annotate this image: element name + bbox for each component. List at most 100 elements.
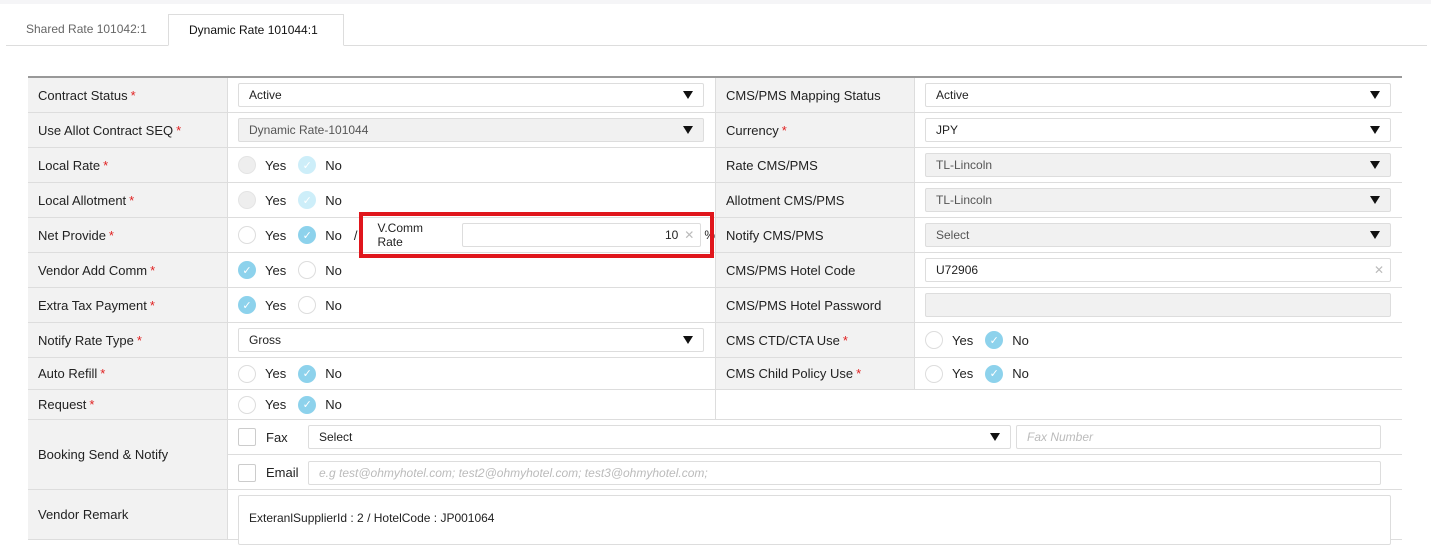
field-label: Rate CMS/PMS [715, 148, 915, 182]
radio-no[interactable]: ✓ [298, 226, 317, 244]
radio-label-yes: Yes [265, 262, 287, 278]
placeholder: e.g test@ohmyhotel.com; test2@ohmyhotel.… [319, 465, 708, 480]
select-dropdown[interactable]: TL-Lincoln [925, 188, 1391, 212]
radio-no[interactable]: ✓ [298, 364, 317, 383]
row-vendor-remark: Vendor Remark ExteranlSupplierId : 2 / Ho… [28, 490, 1402, 545]
row-booking-send-notify: Booking Send & Notify Fax Select Fax Numbe… [28, 420, 1402, 490]
select-dropdown[interactable]: Active [925, 83, 1391, 107]
highlight-box [359, 212, 714, 258]
row-mapping-status: CMS/PMS Mapping Status Active [715, 78, 1402, 113]
field-label: CMS/PMS Hotel Password [715, 288, 915, 322]
label-text: Local Rate [38, 157, 101, 173]
required-marker: * [781, 122, 787, 138]
radio-yes[interactable] [238, 395, 256, 414]
row-contract-status: Contract Status * Active [28, 78, 715, 113]
radio-no[interactable]: ✓ [298, 156, 317, 174]
email-checkbox[interactable] [238, 463, 256, 482]
label-text: Notify Rate Type [38, 332, 134, 348]
field-label: CMS CTD/CTA Use * [715, 323, 915, 357]
select-value: Active [249, 88, 282, 102]
row-notify-cms: Notify CMS/PMS Select [715, 218, 1402, 253]
row-notify-rate-type: Notify Rate Type * Gross [28, 323, 715, 358]
required-marker: * [129, 192, 135, 208]
radio-no[interactable]: ✓ [298, 191, 317, 209]
radio-yes[interactable] [925, 331, 943, 349]
radio-label-no: No [325, 397, 342, 412]
email-input[interactable]: e.g test@ohmyhotel.com; test2@ohmyhotel.… [308, 460, 1381, 485]
field-label: Local Allotment * [28, 183, 228, 217]
radio-yes[interactable] [238, 226, 256, 244]
radio-no[interactable] [298, 296, 317, 314]
radio-label-yes: Yes [265, 366, 287, 381]
fax-number-input[interactable]: Fax Number [1016, 425, 1381, 449]
separator: / [353, 227, 358, 243]
select-value: JPY [936, 123, 959, 137]
row-hotel-password: CMS/PMS Hotel Password [715, 288, 1402, 323]
label-text: Notify CMS/PMS [726, 227, 824, 243]
field-label: Notify Rate Type * [28, 323, 228, 357]
select-dropdown[interactable]: JPY [925, 118, 1391, 142]
field-label: Net Provide * [28, 218, 228, 252]
label-text: CMS/PMS Hotel Code [726, 262, 856, 278]
placeholder: Fax Number [1027, 430, 1094, 444]
radio-yes[interactable]: ✓ [238, 296, 256, 314]
select-dropdown[interactable]: Select [925, 223, 1391, 247]
radio-no[interactable]: ✓ [985, 364, 1004, 383]
field-label: Request * [28, 390, 228, 419]
radio-yes[interactable] [238, 364, 256, 383]
row-vendor-add-comm: Vendor Add Comm * ✓ Yes No [28, 253, 715, 288]
radio-label-no: No [325, 262, 342, 278]
radio-yes[interactable] [238, 156, 256, 174]
fax-checkbox[interactable] [238, 428, 256, 446]
radio-label-no: No [325, 192, 342, 208]
chevron-down-icon [990, 433, 1000, 441]
vendor-remark-textarea[interactable]: ExteranlSupplierId : 2 / HotelCode : JP0… [238, 495, 1391, 545]
hotel-code-input[interactable]: U72906 ✕ [925, 258, 1391, 282]
radio-no[interactable] [298, 261, 317, 279]
radio-no[interactable]: ✓ [298, 395, 317, 414]
label-text: Vendor Remark [38, 507, 129, 522]
field-label: CMS/PMS Hotel Code [715, 253, 915, 287]
tab-shared-rate[interactable]: Shared Rate 101042:1 [6, 14, 167, 46]
radio-yes[interactable]: ✓ [238, 261, 256, 279]
label-text: Allotment CMS/PMS [726, 192, 845, 208]
radio-yes[interactable] [925, 364, 943, 383]
label-text: CMS CTD/CTA Use [726, 332, 840, 348]
row-allotment-cms: Allotment CMS/PMS TL-Lincoln [715, 183, 1402, 218]
select-value: Active [936, 88, 969, 102]
chevron-down-icon [683, 126, 693, 134]
field-label: Contract Status * [28, 78, 228, 112]
remark-text: ExteranlSupplierId : 2 / HotelCode : JP0… [249, 511, 495, 525]
clear-icon[interactable]: ✕ [1374, 263, 1384, 277]
row-auto-refill: Auto Refill * Yes ✓ No [28, 358, 715, 390]
row-rate-cms: Rate CMS/PMS TL-Lincoln [715, 148, 1402, 183]
select-dropdown[interactable]: Dynamic Rate-101044 [238, 118, 704, 142]
radio-label-yes: Yes [952, 332, 974, 348]
select-dropdown[interactable]: Active [238, 83, 704, 107]
field-label: CMS Child Policy Use * [715, 358, 915, 389]
field-label: Use Allot Contract SEQ * [28, 113, 228, 147]
required-marker: * [176, 122, 182, 138]
field-label: Allotment CMS/PMS [715, 183, 915, 217]
radio-no[interactable]: ✓ [985, 331, 1004, 349]
label-text: Rate CMS/PMS [726, 157, 818, 173]
select-dropdown[interactable]: TL-Lincoln [925, 153, 1391, 177]
field-label: Extra Tax Payment * [28, 288, 228, 322]
row-currency: Currency * JPY [715, 113, 1402, 148]
tab-dynamic-rate[interactable]: Dynamic Rate 101044:1 [168, 14, 344, 46]
row-ctd-cta: CMS CTD/CTA Use * Yes ✓ No [715, 323, 1402, 358]
row-local-rate: Local Rate * Yes ✓ No [28, 148, 715, 183]
radio-yes[interactable] [238, 191, 256, 209]
label-text: Currency [726, 122, 779, 138]
select-dropdown[interactable]: Gross [238, 328, 704, 352]
required-marker: * [842, 332, 848, 348]
field-label: Vendor Remark [28, 490, 228, 539]
field-label: CMS/PMS Mapping Status [715, 78, 915, 112]
fax-select[interactable]: Select [308, 425, 1011, 449]
label-text: Booking Send & Notify [38, 447, 169, 462]
hotel-password-input[interactable] [925, 293, 1391, 317]
required-marker: * [149, 297, 155, 313]
field-label: Booking Send & Notify [28, 420, 228, 489]
radio-label-no: No [1012, 332, 1029, 348]
label-text: CMS/PMS Hotel Password [726, 297, 882, 313]
